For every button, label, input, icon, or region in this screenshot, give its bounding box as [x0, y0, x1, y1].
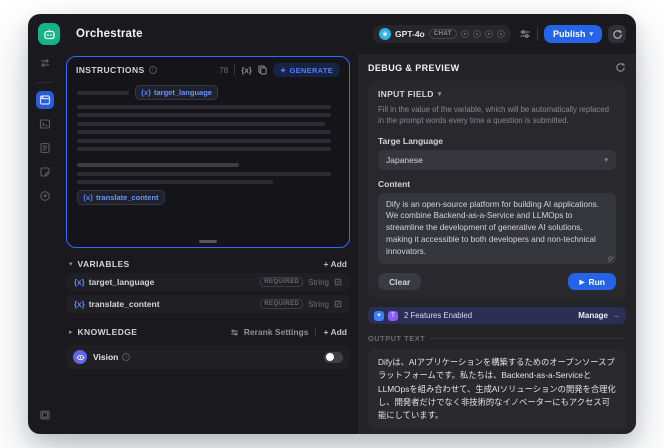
model-mode-badge: CHAT — [428, 29, 457, 39]
header-divider — [536, 27, 538, 41]
run-button[interactable]: ▶ Run — [568, 273, 616, 291]
input-field-header[interactable]: INPUT FIELD ▾ — [378, 89, 616, 99]
edit-type-icon[interactable] — [334, 278, 342, 286]
required-badge: REQUIRED — [260, 299, 304, 309]
eye-icon — [73, 350, 87, 364]
model-name: GPT-4o — [394, 29, 425, 39]
knowledge-title: KNOWLEDGE — [77, 327, 138, 337]
required-badge: REQUIRED — [260, 277, 304, 287]
debug-preview-title: DEBUG & PREVIEW — [368, 62, 460, 73]
sidebar-item-logs[interactable] — [36, 139, 54, 157]
variable-chip[interactable]: {x} translate_content — [77, 190, 165, 205]
toolbar-divider — [234, 65, 236, 75]
variables-header[interactable]: ▾ VARIABLES + Add — [66, 259, 350, 269]
model-params-button[interactable] — [519, 28, 531, 40]
resize-handle[interactable] — [199, 240, 217, 243]
chevron-down-icon: ▾ — [604, 156, 608, 164]
capability-icon — [484, 30, 493, 38]
add-variable-button[interactable]: + Add — [323, 259, 347, 269]
add-knowledge-button[interactable]: + Add — [323, 327, 347, 337]
features-enabled-bar[interactable]: ✦ T 2 Features Enabled Manage → — [368, 307, 626, 325]
page-title: Orchestrate — [76, 28, 143, 40]
output-text-card: Difyは、AIアプリケーションを構築するためのオープンソースプラットフォームで… — [368, 349, 626, 430]
app-header: Orchestrate GPT-4o CHAT Publish ▾ — [28, 14, 636, 54]
edit-type-icon[interactable] — [334, 300, 342, 308]
sliders-icon — [230, 329, 238, 335]
resize-grip-icon[interactable] — [608, 256, 614, 263]
variable-row[interactable]: {x} translate_content REQUIRED String — [66, 295, 350, 313]
sidebar-item-orchestrate[interactable] — [36, 91, 54, 109]
info-icon: i — [122, 353, 131, 361]
chevron-down-icon: ▾ — [69, 261, 73, 268]
manage-features-button[interactable]: Manage → — [578, 311, 620, 320]
collapse-panel-icon[interactable] — [36, 406, 54, 424]
variable-type: String — [308, 299, 329, 309]
sparkle-icon: ✦ — [279, 65, 287, 75]
play-icon: ▶ — [579, 278, 585, 286]
vision-toggle[interactable] — [324, 351, 343, 363]
nav-sidebar — [28, 54, 62, 434]
divider — [431, 338, 626, 340]
copy-prompt-button[interactable] — [258, 65, 267, 75]
app-window: Orchestrate GPT-4o CHAT Publish ▾ INSTRU… — [28, 14, 636, 434]
instructions-title: INSTRUCTIONS — [76, 65, 145, 75]
refresh-button[interactable] — [615, 62, 626, 73]
sidebar-item-monitoring[interactable] — [36, 187, 54, 205]
capability-icon — [496, 30, 505, 38]
instructions-header: INSTRUCTIONS i 78 {x} ✦ GENERATE — [67, 57, 349, 81]
header-actions: GPT-4o CHAT Publish ▾ — [372, 25, 626, 43]
clear-button[interactable]: Clear — [378, 273, 422, 291]
robot-icon — [43, 28, 55, 39]
sidebar-item-prompt[interactable] — [36, 115, 54, 133]
chevron-down-icon: ▾ — [437, 91, 442, 98]
feature-icon-text-to-speech: T — [388, 310, 398, 321]
rerank-settings-button[interactable]: Rerank Settings — [230, 327, 308, 337]
output-text-title: OUTPUT TEXT — [368, 334, 426, 344]
chevron-down-icon: ▾ — [589, 31, 593, 38]
variable-token-icon: {x} — [74, 277, 85, 287]
orchestrate-panel: INSTRUCTIONS i 78 {x} ✦ GENERATE {x} tar… — [62, 54, 358, 434]
variable-type: String — [308, 277, 329, 287]
divider — [315, 327, 317, 337]
history-icon — [612, 29, 622, 39]
variable-chip[interactable]: {x} target_language — [135, 85, 218, 100]
page: Orchestrate GPT-4o CHAT Publish ▾ INSTRU… — [0, 0, 664, 448]
sidebar-divider — [37, 82, 53, 83]
publish-button[interactable]: Publish ▾ — [543, 25, 602, 43]
variables-title: VARIABLES — [77, 259, 130, 269]
model-selector[interactable]: GPT-4o CHAT — [372, 25, 511, 43]
variable-row[interactable]: {x} target_language REQUIRED String — [66, 273, 350, 291]
target-language-label: Targe Language — [378, 135, 444, 146]
features-enabled-text: 2 Features Enabled — [404, 311, 473, 321]
generate-button[interactable]: ✦ GENERATE — [272, 63, 340, 77]
instructions-editor[interactable]: INSTRUCTIONS i 78 {x} ✦ GENERATE {x} tar… — [66, 56, 350, 248]
publish-label: Publish — [552, 29, 586, 39]
history-button[interactable] — [608, 25, 626, 43]
selected-language: Japanese — [386, 154, 423, 165]
variable-token-icon: {x} — [74, 299, 85, 309]
knowledge-header[interactable]: ▸ KNOWLEDGE Rerank Settings + Add — [66, 327, 350, 337]
input-field-description: Fill in the value of the variable, which… — [378, 105, 609, 126]
insert-variable-button[interactable]: {x} — [241, 66, 252, 75]
capability-icon — [460, 30, 469, 38]
capability-icon — [472, 30, 481, 38]
char-count: 78 — [219, 65, 229, 75]
info-icon: i — [148, 66, 157, 74]
content-label: Content — [378, 178, 411, 189]
vision-label: Vision — [93, 352, 119, 362]
app-logo-icon[interactable] — [38, 23, 60, 45]
arrow-right-icon: → — [612, 311, 620, 321]
input-field-card: INPUT FIELD ▾ Fill in the value of the v… — [368, 81, 626, 300]
content-input[interactable]: Dify is an open-source platform for buil… — [378, 192, 616, 265]
debug-preview-panel: DEBUG & PREVIEW INPUT FIELD ▾ Fill in th… — [358, 54, 636, 434]
prompt-content[interactable]: {x} target_language {x} translate_content — [67, 81, 349, 205]
sidebar-item-annotation[interactable] — [36, 163, 54, 181]
chevron-right-icon: ▸ — [69, 329, 73, 336]
feature-icon-more-like-this: ✦ — [374, 310, 384, 321]
vision-feature-row[interactable]: Vision i — [66, 345, 350, 369]
target-language-select[interactable]: Japanese ▾ — [378, 149, 616, 170]
swap-app-icon[interactable] — [36, 54, 54, 72]
openai-model-icon — [378, 28, 391, 40]
